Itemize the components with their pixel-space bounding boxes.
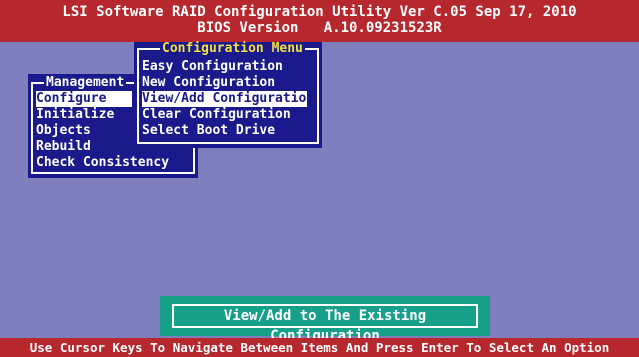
title-bar: LSI Software RAID Configuration Utility … [0,0,639,42]
menu-item-new-configuration[interactable]: New Configuration [142,75,307,91]
menu-item-easy-configuration[interactable]: Easy Configuration [142,59,307,75]
status-panel: View/Add to The Existing Configuration [160,296,490,344]
menu-item-configure[interactable]: Configure [36,91,132,107]
menu-item-check-consistency[interactable]: Check Consistency [36,155,169,171]
utility-title: LSI Software RAID Configuration Utility … [62,4,577,20]
configuration-menu-list: Easy Configuration New Configuration Vie… [142,59,314,139]
help-bar: Use Cursor Keys To Navigate Between Item… [0,338,639,357]
status-message: View/Add to The Existing Configuration [172,304,478,344]
management-menu-title: Management [44,75,127,90]
bios-version: BIOS Version A.10.09231523R [197,20,442,36]
menu-item-view-add-configuration[interactable]: View/Add Configuration [142,91,314,107]
configuration-menu-title: Configuration Menu [160,41,305,56]
menu-item-select-boot-drive[interactable]: Select Boot Drive [142,123,307,139]
configuration-menu: Configuration Menu Easy Configuration Ne… [134,42,322,148]
menu-item-clear-configuration[interactable]: Clear Configuration [142,107,307,123]
